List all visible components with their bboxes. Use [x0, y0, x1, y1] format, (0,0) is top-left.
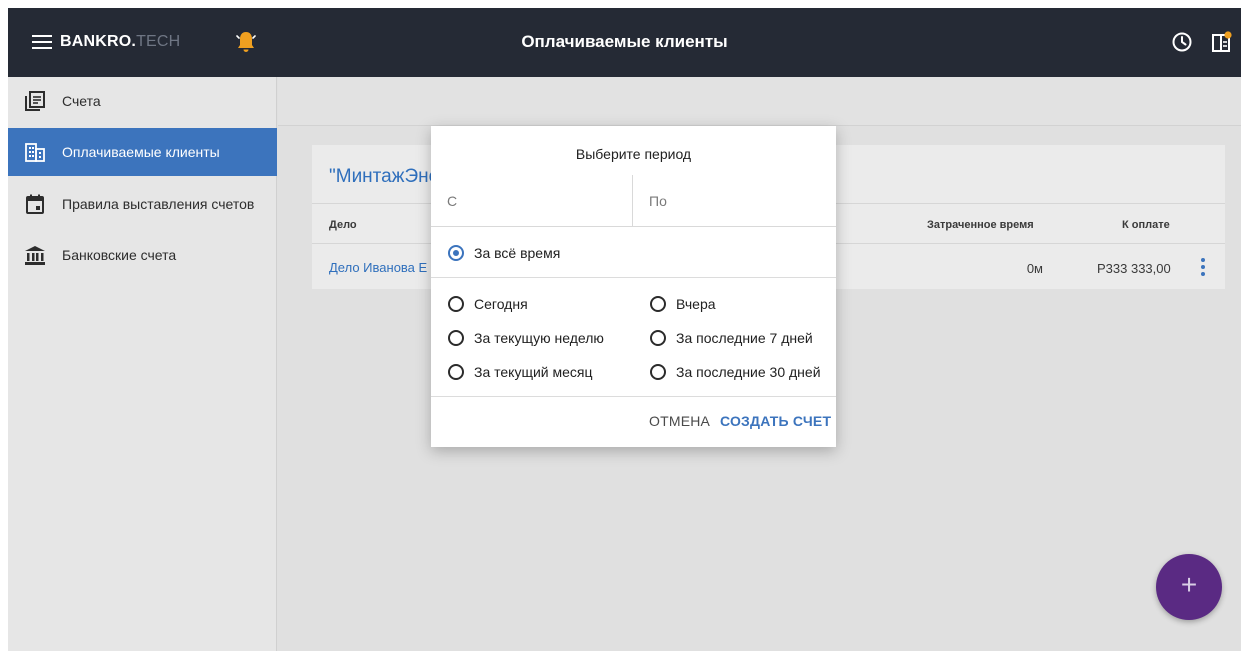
cancel-button[interactable]: ОТМЕНА: [649, 413, 710, 429]
radio-current-week[interactable]: За текущую неделю: [448, 327, 618, 349]
radio-label: За последние 7 дней: [676, 330, 813, 346]
calendar-icon: [26, 194, 44, 214]
side-panel-icon[interactable]: [1211, 30, 1233, 54]
radio-all-time[interactable]: За всё время: [448, 242, 628, 264]
column-header-time-spent: Затраченное время: [927, 219, 1034, 231]
date-from-field[interactable]: [431, 175, 632, 227]
app-window: BANKRO.TECH Оплачиваемые клиенты Счета О…: [8, 8, 1241, 651]
logo-suffix: TECH: [136, 33, 181, 50]
sidebar: Счета Оплачиваемые клиенты Правила выста…: [8, 77, 277, 651]
radio-unchecked-icon: [448, 364, 464, 380]
dialog-title: Выберите период: [575, 146, 692, 162]
radio-unchecked-icon: [650, 364, 666, 380]
create-invoice-button[interactable]: СОЗДАТЬ СЧЕТ: [720, 413, 831, 429]
radio-label: Вчера: [676, 296, 716, 312]
more-vert-icon[interactable]: [1199, 256, 1207, 278]
radio-label: За текущий месяц: [474, 364, 593, 380]
sidebar-item-bank-accounts[interactable]: Банковские счета: [8, 231, 277, 279]
content-toolbar: [278, 77, 1241, 126]
menu-icon[interactable]: [32, 35, 52, 50]
radio-current-month[interactable]: За текущий месяц: [448, 361, 618, 383]
radio-unchecked-icon: [448, 330, 464, 346]
sidebar-item-label: Банковские счета: [62, 247, 177, 263]
page-title: Оплачиваемые клиенты: [521, 32, 728, 51]
divider: [431, 277, 836, 278]
sidebar-item-label: Оплачиваемые клиенты: [62, 144, 220, 160]
radio-label: Сегодня: [474, 296, 528, 312]
radio-label: За последние 30 дней: [676, 364, 821, 380]
radio-checked-icon: [448, 245, 464, 261]
radio-last-30-days[interactable]: За последние 30 дней: [650, 361, 830, 383]
logo-main: BANKRO.: [60, 33, 137, 50]
period-dialog: Выберите период За всё время Сегодня Вче…: [431, 126, 836, 447]
radio-unchecked-icon: [448, 296, 464, 312]
column-header-to-pay: К оплате: [1122, 219, 1170, 231]
top-app-bar: BANKRO.TECH Оплачиваемые клиенты: [8, 8, 1241, 77]
clock-icon[interactable]: [1171, 31, 1193, 53]
date-to-field[interactable]: [633, 175, 836, 227]
sidebar-item-label: Правила выставления счетов: [62, 196, 255, 212]
sidebar-item-invoices[interactable]: Счета: [8, 77, 277, 125]
bank-icon: [25, 246, 45, 265]
radio-unchecked-icon: [650, 330, 666, 346]
plus-icon: +: [1180, 569, 1198, 600]
bell-icon[interactable]: [235, 30, 257, 54]
sidebar-item-billing-rules[interactable]: Правила выставления счетов: [8, 180, 277, 228]
radio-last-7-days[interactable]: За последние 7 дней: [650, 327, 825, 349]
sidebar-item-label: Счета: [62, 93, 101, 109]
app-logo[interactable]: BANKRO.TECH: [60, 33, 180, 51]
date-from-input[interactable]: [447, 193, 597, 209]
column-header-case: Дело: [329, 219, 357, 231]
divider: [431, 396, 836, 397]
add-button[interactable]: +: [1156, 554, 1222, 620]
invoices-icon: [25, 91, 45, 111]
radio-yesterday[interactable]: Вчера: [650, 293, 825, 315]
building-icon: [25, 143, 45, 162]
date-to-input[interactable]: [649, 193, 799, 209]
amount-to-pay: Р333 333,00: [1097, 261, 1171, 276]
radio-label: За всё время: [474, 245, 561, 261]
radio-today[interactable]: Сегодня: [448, 293, 618, 315]
client-name[interactable]: "МинтажЭне: [329, 166, 439, 188]
radio-label: За текущую неделю: [474, 330, 604, 346]
sidebar-item-billable-clients[interactable]: Оплачиваемые клиенты: [8, 128, 277, 176]
radio-unchecked-icon: [650, 296, 666, 312]
